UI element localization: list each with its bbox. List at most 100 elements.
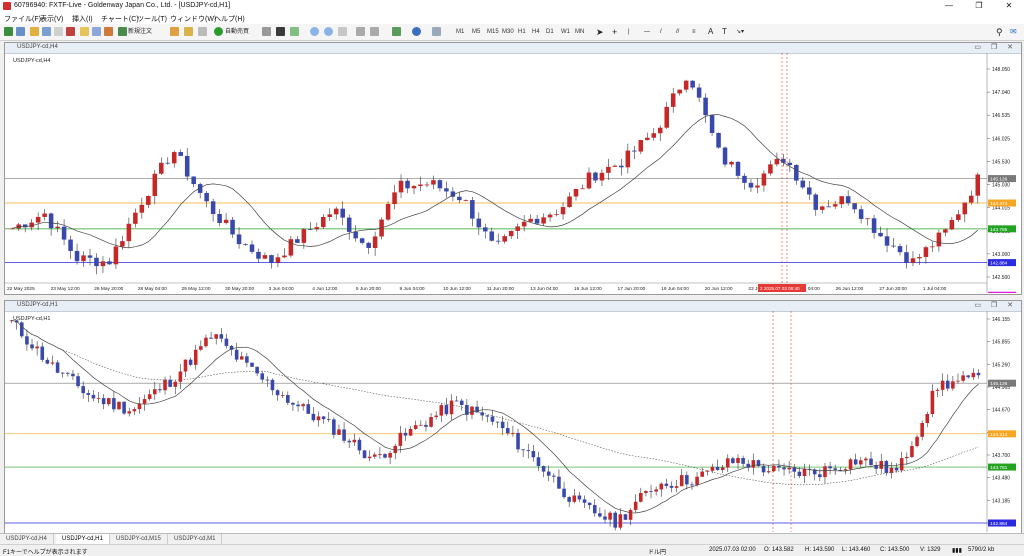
new-chart-icon[interactable] — [4, 27, 13, 36]
candle — [669, 485, 674, 488]
candle — [74, 250, 80, 262]
print-icon[interactable] — [198, 27, 207, 36]
community-icon[interactable]: ✉ — [1010, 27, 1017, 37]
options-icon[interactable] — [92, 27, 101, 36]
candle — [353, 231, 358, 239]
candle — [923, 247, 929, 258]
menu-insert[interactable]: 挿入(I) — [72, 14, 93, 24]
candle — [332, 419, 336, 435]
menu-view[interactable]: 表示(V) — [40, 14, 63, 24]
channel-icon[interactable]: // — [676, 27, 679, 37]
tf-h1[interactable]: H1 — [518, 27, 526, 37]
chart-window-h1[interactable]: USDJPY-cd,H1 ▭ ❐ ✕ USDJPY-cd,H1 146.155 14… — [4, 300, 1022, 534]
candle — [260, 373, 265, 380]
candle — [961, 375, 965, 381]
tf-d1[interactable]: D1 — [546, 27, 554, 37]
history-icon[interactable] — [184, 27, 193, 36]
menu-window[interactable]: ウィンドウ(W) — [170, 14, 216, 24]
candle — [567, 196, 572, 208]
autoscroll-icon[interactable] — [356, 27, 365, 36]
fibo-icon[interactable]: ≡ — [692, 27, 696, 37]
new-order-button[interactable]: 新規注文 — [128, 27, 152, 37]
candle — [113, 246, 119, 265]
tf-w1[interactable]: W1 — [561, 27, 570, 37]
new-order-icon[interactable] — [118, 27, 127, 36]
candle — [787, 162, 793, 165]
arrow-icon[interactable] — [170, 27, 179, 36]
price-chart-h4[interactable]: USDJPY-cd,H4 148.050 147.040 146.535 146.025… — [5, 53, 1019, 293]
candle — [748, 182, 754, 188]
crosshair-icon[interactable]: + — [612, 27, 617, 37]
candle — [528, 218, 533, 222]
tf-mn[interactable]: MN — [575, 27, 584, 37]
label-icon[interactable]: T — [722, 27, 727, 37]
candle — [966, 375, 971, 378]
price-chart-h1[interactable]: USDJPY-cd,H1 146.155145.855145.260144.965… — [5, 311, 1019, 532]
shift-icon[interactable] — [370, 27, 379, 36]
indicators-icon[interactable] — [392, 27, 401, 36]
candle — [199, 346, 203, 350]
menu-tools[interactable]: ツール(T) — [137, 14, 167, 24]
cursor-icon[interactable]: ➤ — [596, 27, 604, 37]
market-watch-icon[interactable] — [30, 27, 39, 36]
candle — [521, 221, 527, 227]
menu-help[interactable]: ヘルプ(H) — [214, 14, 245, 24]
chart-window-controls[interactable]: ▭ ❐ ✕ — [974, 301, 1017, 309]
candle — [94, 257, 99, 267]
bar-chart-icon[interactable] — [262, 27, 271, 36]
tab-usdjpy-h4[interactable]: USDJPY-cd,H4 — [0, 534, 54, 544]
tf-m1[interactable]: M1 — [456, 27, 464, 37]
tab-usdjpy-h1[interactable]: USDJPY-cd,H1 — [56, 534, 110, 544]
candle — [683, 80, 689, 90]
tab-usdjpy-m1[interactable]: USDJPY-cd,M1 — [168, 534, 223, 544]
tile-icon[interactable] — [338, 27, 347, 36]
time-axis-label: 9 Jun 04:00 — [400, 286, 425, 292]
tf-m30[interactable]: M30 — [502, 27, 514, 37]
chart-window-h4[interactable]: USDJPY-cd,H4 ▭ ❐ ✕ USDJPY-cd,H4 148.050 14… — [4, 42, 1022, 295]
candle — [234, 349, 239, 360]
tf-h4[interactable]: H4 — [532, 27, 540, 37]
menu-chart[interactable]: チャート(C) — [101, 14, 139, 24]
menu-file[interactable]: ファイル(F) — [4, 14, 41, 24]
search-icon[interactable]: ⚲ — [996, 27, 1003, 37]
navigator-icon[interactable] — [54, 27, 63, 36]
trendline-icon[interactable]: / — [660, 27, 662, 37]
profiles-icon[interactable] — [16, 27, 25, 36]
candle — [383, 454, 387, 458]
candle — [649, 490, 653, 492]
status-volume: V: 1329 — [920, 547, 941, 553]
arrows-icon[interactable]: ↘▾ — [736, 27, 744, 37]
terminal-icon[interactable] — [66, 27, 75, 36]
chart-window-controls[interactable]: ▭ ❐ ✕ — [974, 43, 1017, 51]
templates-icon[interactable] — [432, 27, 441, 36]
candle — [35, 346, 39, 349]
candle — [403, 432, 408, 436]
vertical-line-icon[interactable]: | — [628, 27, 630, 37]
periods-icon[interactable] — [412, 27, 421, 36]
maximize-button[interactable]: ❐ — [964, 0, 994, 12]
candle — [282, 255, 287, 258]
tab-usdjpy-m15[interactable]: USDJPY-cd,M15 — [110, 534, 168, 544]
tf-m5[interactable]: M5 — [472, 27, 480, 37]
candlestick-icon[interactable] — [276, 27, 285, 36]
tester-icon[interactable] — [80, 27, 89, 36]
auto-trade-icon[interactable] — [214, 27, 223, 36]
candle — [731, 458, 735, 464]
auto-trade-button[interactable]: 自動売買 — [225, 27, 249, 37]
horizontal-line-icon[interactable]: — — [644, 27, 650, 37]
zoom-out-icon[interactable] — [324, 27, 333, 36]
candle — [975, 174, 981, 196]
text-icon[interactable]: A — [708, 27, 713, 37]
line-chart-icon[interactable] — [290, 27, 299, 36]
minimize-button[interactable]: — — [934, 0, 964, 12]
close-button[interactable]: ✕ — [994, 0, 1024, 12]
zoom-in-icon[interactable] — [310, 27, 319, 36]
candle — [768, 164, 773, 174]
candle — [337, 429, 341, 435]
candle — [554, 214, 559, 216]
meta-editor-icon[interactable] — [104, 27, 113, 36]
candle — [96, 398, 101, 399]
candle — [592, 505, 597, 514]
tf-m15[interactable]: M15 — [487, 27, 499, 37]
data-window-icon[interactable] — [42, 27, 51, 36]
